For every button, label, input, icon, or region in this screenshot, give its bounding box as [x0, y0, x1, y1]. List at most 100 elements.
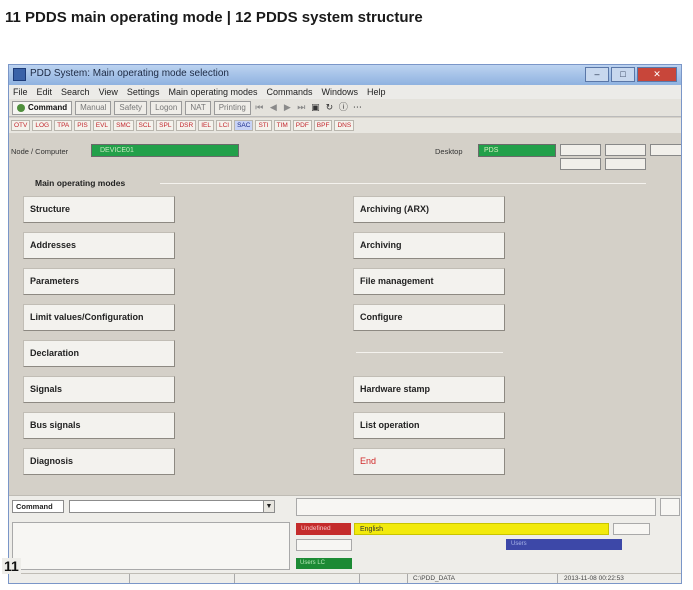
tab-iel[interactable]: IEL	[198, 120, 214, 131]
close-icon[interactable]: ✕	[637, 67, 677, 82]
menu-search[interactable]: Search	[61, 87, 90, 97]
tab-otv[interactable]: OTV	[11, 120, 31, 131]
file-management-button[interactable]: File management	[353, 268, 505, 295]
signals-button[interactable]: Signals	[23, 376, 175, 403]
desktop-label: Desktop	[435, 147, 463, 156]
next-icon[interactable]: ▶	[282, 102, 293, 113]
aux-field	[296, 539, 352, 551]
tab-tpa[interactable]: TPA	[54, 120, 73, 131]
minimize-icon[interactable]: –	[585, 67, 609, 82]
first-icon[interactable]: ⏮	[254, 102, 265, 113]
status-box	[605, 144, 646, 156]
command-label: Command	[12, 500, 64, 513]
nat-button[interactable]: NAT	[185, 100, 211, 115]
parameters-button[interactable]: Parameters	[23, 268, 175, 295]
maximize-icon[interactable]: □	[611, 67, 635, 82]
refresh-icon[interactable]: ↻	[324, 102, 335, 113]
last-icon[interactable]: ⏭	[296, 102, 307, 113]
menu-settings[interactable]: Settings	[127, 87, 160, 97]
button-separator	[356, 352, 503, 353]
tab-lci[interactable]: LCI	[215, 120, 233, 131]
configure-button[interactable]: Configure	[353, 304, 505, 331]
previous-icon[interactable]: ◀	[268, 102, 279, 113]
tab-dns[interactable]: DNS	[334, 120, 355, 131]
desktop-field[interactable]: PDS	[478, 144, 556, 157]
status-indicator: Undefined	[296, 523, 351, 535]
status-divider	[557, 574, 558, 583]
manual-button[interactable]: Manual	[75, 100, 112, 115]
status-divider	[234, 574, 235, 583]
status-box	[605, 158, 646, 170]
figure-number: 11	[2, 558, 21, 574]
window-controls: – □ ✕	[585, 67, 677, 82]
hardware-stamp-button[interactable]: Hardware stamp	[353, 376, 505, 403]
limit-values-configuration-button[interactable]: Limit values/Configuration	[23, 304, 175, 331]
user-status-field: Users LC	[296, 558, 352, 569]
node-field[interactable]: DEVICE01	[91, 144, 239, 157]
menu-file[interactable]: File	[13, 87, 28, 97]
printing-button[interactable]: Printing	[213, 100, 251, 115]
structure-button[interactable]: Structure	[23, 196, 175, 223]
status-box	[650, 144, 681, 156]
status-bar: C:\PDD_DATA 2013-11-08 00:22:53	[9, 573, 681, 583]
tab-dsr[interactable]: DSR	[176, 120, 197, 131]
safety-button[interactable]: Safety	[114, 100, 148, 115]
diagnosis-button[interactable]: Diagnosis	[23, 448, 175, 475]
tab-smc[interactable]: SMC	[113, 120, 134, 131]
addresses-button[interactable]: Addresses	[23, 232, 175, 259]
aux-field	[613, 523, 650, 535]
status-divider	[407, 574, 408, 583]
status-box	[560, 144, 601, 156]
command-history-box	[12, 522, 290, 570]
status-box	[560, 158, 601, 170]
main-operating-modes-panel: Main operating modes Structure Addresses…	[20, 178, 666, 498]
help-icon[interactable]: ⓘ	[338, 102, 349, 113]
data-path: C:\PDD_DATA	[413, 575, 456, 582]
menu-edit[interactable]: Edit	[37, 87, 53, 97]
logon-button[interactable]: Logon	[150, 100, 183, 115]
declaration-button[interactable]: Declaration	[23, 340, 175, 367]
toolbar: Command Manual Safety Logon NAT Printing…	[9, 99, 681, 117]
more-icon[interactable]: ⋯	[352, 102, 363, 113]
menu-main-operating-modes[interactable]: Main operating modes	[168, 87, 257, 97]
menu-windows[interactable]: Windows	[322, 87, 359, 97]
command-button-label: Command	[28, 102, 68, 112]
pdds-window: PDD System: Main operating mode selectio…	[8, 64, 682, 584]
tab-evl[interactable]: EVL	[92, 120, 112, 131]
figure-caption: 11 PDDS main operating mode | 12 PDDS sy…	[5, 9, 423, 26]
command-button[interactable]: Command	[12, 100, 73, 115]
exit-button[interactable]: End	[353, 448, 505, 475]
tab-spl[interactable]: SPL	[156, 120, 175, 131]
tab-sac[interactable]: SAC	[234, 120, 254, 131]
archiving-arx-button[interactable]: Archiving (ARX)	[353, 196, 505, 223]
tab-bpf[interactable]: BPF	[313, 120, 333, 131]
timestamp: 2013-11-08 00:22:53	[564, 575, 624, 582]
tab-pdf[interactable]: PDF	[292, 120, 312, 131]
archiving-button[interactable]: Archiving	[353, 232, 505, 259]
bus-signals-button[interactable]: Bus signals	[23, 412, 175, 439]
command-input[interactable]: ▼	[69, 500, 275, 513]
command-area: Command ▼ Undefined English Users Users …	[9, 495, 681, 583]
message-box	[296, 498, 656, 516]
group-title: Main operating modes	[35, 178, 129, 188]
tab-tim[interactable]: TIM	[273, 120, 291, 131]
tab-sti[interactable]: STI	[255, 120, 272, 131]
menu-view[interactable]: View	[99, 87, 118, 97]
user-field: Users	[506, 539, 622, 550]
tab-pis[interactable]: PIS	[74, 120, 91, 131]
save-icon[interactable]: ▣	[310, 102, 321, 113]
app-icon	[13, 68, 26, 81]
language-field[interactable]: English	[354, 523, 609, 535]
node-label: Node / Computer	[11, 147, 69, 156]
list-operation-button[interactable]: List operation	[353, 412, 505, 439]
message-side-box	[660, 498, 680, 516]
status-divider	[359, 574, 360, 583]
window-title: PDD System: Main operating mode selectio…	[30, 68, 229, 79]
menu-bar: File Edit Search View Settings Main oper…	[9, 85, 681, 99]
menu-help[interactable]: Help	[367, 87, 386, 97]
module-tabs: OTV LOG TPA PIS EVL SMC SCL SPL DSR IEL …	[9, 118, 681, 133]
tab-scl[interactable]: SCL	[135, 120, 155, 131]
chevron-down-icon[interactable]: ▼	[263, 501, 274, 512]
tab-log[interactable]: LOG	[32, 120, 53, 131]
menu-commands[interactable]: Commands	[267, 87, 313, 97]
